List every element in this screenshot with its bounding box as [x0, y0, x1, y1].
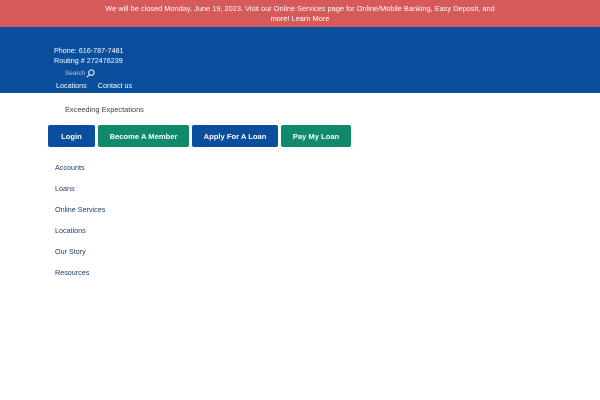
tagline: Exceeding Expectations	[65, 105, 144, 114]
login-button[interactable]: Login	[48, 125, 95, 147]
contact-info: Phone: 616-787-7481 Routing # 272476239	[54, 46, 124, 65]
become-member-button[interactable]: Become A Member	[98, 125, 189, 147]
routing-number: Routing # 272476239	[54, 55, 123, 65]
pay-loan-button[interactable]: Pay My Loan	[281, 125, 351, 147]
utility-links: Locations Contact us	[56, 81, 132, 90]
cta-buttons: Login Become A Member Apply For A Loan P…	[48, 125, 351, 147]
locations-link[interactable]: Locations	[56, 81, 87, 90]
nav-item-accounts[interactable]: Accounts	[55, 163, 105, 184]
alert-text-line1: We will be closed Monday, June 19, 2023.…	[105, 4, 495, 13]
alert-banner: We will be closed Monday, June 19, 2023.…	[0, 0, 600, 27]
nav-item-resources[interactable]: Resources	[55, 268, 105, 289]
nav-item-online-services[interactable]: Online Services	[55, 205, 105, 226]
site-header: Phone: 616-787-7481 Routing # 272476239 …	[0, 27, 600, 93]
learn-more-link[interactable]: Learn More	[292, 14, 330, 23]
search-input[interactable]: Search	[65, 70, 85, 77]
search-icon[interactable]	[86, 69, 95, 78]
nav-item-loans[interactable]: Loans	[55, 184, 105, 205]
contact-us-link[interactable]: Contact us	[98, 81, 132, 90]
search-box[interactable]: Search	[65, 69, 95, 78]
nav-item-locations[interactable]: Locations	[55, 226, 105, 247]
nav-item-our-story[interactable]: Our Story	[55, 247, 105, 268]
phone-number: Phone: 616-787-7481	[54, 46, 124, 55]
apply-loan-button[interactable]: Apply For A Loan	[192, 125, 278, 147]
main-nav: Accounts Loans Online Services Locations…	[55, 163, 105, 289]
alert-text-line2: more!	[270, 14, 290, 23]
